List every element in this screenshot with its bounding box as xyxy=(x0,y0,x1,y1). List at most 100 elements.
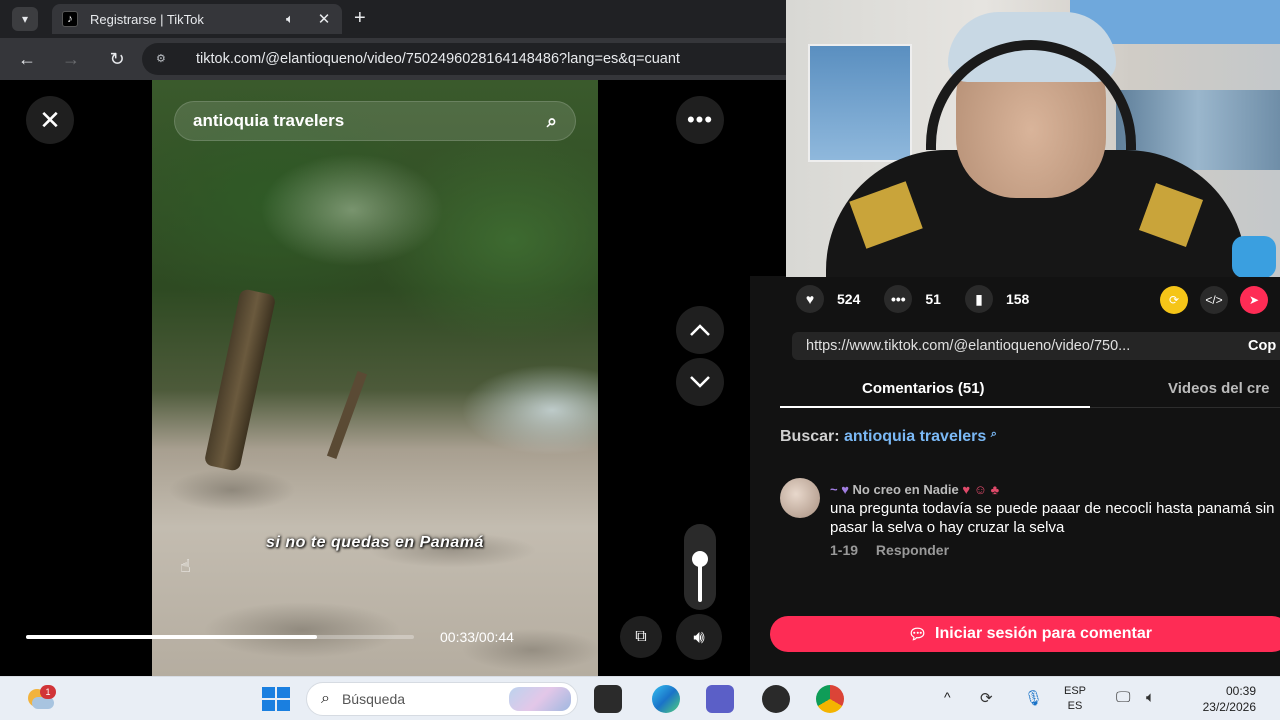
tiktok-logo-icon: ♪ xyxy=(62,11,78,27)
screen: ▾ ♪ Registrarse | TikTok 🔈︎ ✕ + ← → ↻ ⚙ … xyxy=(0,0,1280,720)
mouse-pointer-icon: ☝ xyxy=(180,556,191,576)
video-frame[interactable]: antioquia travelers ⌕ si no te quedas en… xyxy=(152,80,598,676)
chrome-icon[interactable] xyxy=(816,685,844,713)
reply-button[interactable]: Responder xyxy=(876,542,949,558)
sync-icon[interactable]: ⟳ xyxy=(980,689,993,707)
tab-creator-videos[interactable]: Videos del cre xyxy=(1168,380,1269,397)
active-tab-indicator xyxy=(780,406,1090,408)
webcam-poster xyxy=(808,44,912,162)
search-prefix: Buscar: xyxy=(780,428,840,445)
embed-icon[interactable]: </> xyxy=(1200,286,1228,314)
obs-icon[interactable] xyxy=(762,685,790,713)
notification-badge: 1 xyxy=(40,685,56,699)
next-video-button[interactable] xyxy=(676,358,724,406)
video-search-pill[interactable]: antioquia travelers ⌕ xyxy=(174,101,576,141)
user-emoji-icon: ♥ ☺ ♣ xyxy=(962,482,1000,497)
picture-in-picture-button[interactable]: ⧉ xyxy=(620,616,662,658)
comment-bubble-icon: 💬︎ xyxy=(907,626,928,643)
send-icon[interactable]: ➤ xyxy=(1240,286,1268,314)
back-icon[interactable]: ← xyxy=(16,48,38,70)
webcam-bottle xyxy=(1232,236,1276,277)
save-count: 158 xyxy=(1005,291,1030,307)
comment-date: 1-19 xyxy=(830,542,859,558)
bookmark-icon: ▮ xyxy=(964,285,993,313)
search-keyword-link[interactable]: antioquia travelers xyxy=(844,428,986,445)
sound-button[interactable]: 🔊︎ xyxy=(676,614,722,660)
more-options-button[interactable]: ••• xyxy=(676,96,724,144)
tab-list-icon[interactable]: ▾ xyxy=(12,7,38,31)
save-button[interactable]: ▮ 158 xyxy=(964,285,1030,313)
close-video-button[interactable]: ✕ xyxy=(26,96,74,144)
browser-tabstrip: ▾ ♪ Registrarse | TikTok 🔈︎ ✕ + xyxy=(0,0,800,38)
edge-browser-icon[interactable] xyxy=(652,685,680,713)
forward-icon[interactable]: → xyxy=(60,48,82,70)
new-tab-icon[interactable]: + xyxy=(354,8,366,28)
comment-meta: 1-19 Responder xyxy=(830,542,963,558)
language-code: ESP xyxy=(1064,685,1087,697)
windows-taskbar: 1 ⌕ Búsqueda ^ ⟳ 🎙︎ ESP ES 🖵︎ 🔈︎ 00:39 2… xyxy=(0,676,1280,720)
tab-title: Registrarse | TikTok xyxy=(90,11,204,27)
browser-tab[interactable]: ♪ Registrarse | TikTok 🔈︎ ✕ xyxy=(52,4,342,34)
clock-date: 23/2/2026 xyxy=(1202,700,1256,714)
search-icon: ⌕ xyxy=(321,690,330,707)
input-language[interactable]: ESP ES xyxy=(1064,684,1086,714)
comment-count: 51 xyxy=(925,291,941,307)
search-highlight-image xyxy=(509,687,571,711)
user-emoji-icon: ~ ♥ xyxy=(830,482,853,497)
network-icon[interactable]: 🖵︎ xyxy=(1116,689,1130,706)
teams-icon[interactable] xyxy=(706,685,734,713)
share-icons: ⟳ </> ➤ xyxy=(1160,286,1280,314)
like-count: 524 xyxy=(837,291,861,307)
comment-username-text: No creo en Nadie xyxy=(852,482,959,497)
share-url-box[interactable]: https://www.tiktok.com/@elantioqueno/vid… xyxy=(792,332,1280,360)
search-suggestion: Buscar: antioquia travelers ⌕ xyxy=(780,428,997,446)
microphone-icon[interactable]: 🎙︎ xyxy=(1024,689,1043,707)
taskbar-search[interactable]: ⌕ Búsqueda xyxy=(306,682,578,716)
video-progress-fill xyxy=(26,635,317,639)
reload-icon[interactable]: ↻ xyxy=(106,48,128,70)
comment-username[interactable]: ~ ♥ No creo en Nadie ♥ ☺ ♣ xyxy=(830,482,999,497)
repost-icon[interactable]: ⟳ xyxy=(1160,286,1188,314)
video-search-text: antioquia travelers xyxy=(193,111,345,130)
taskbar-search-placeholder: Búsqueda xyxy=(341,691,406,707)
video-stats: ♥ 524 ••• 51 ▮ 158 xyxy=(796,285,1053,313)
webcam-overlay xyxy=(786,0,1280,277)
close-icon[interactable]: ✕ xyxy=(316,10,332,28)
video-caption: si no te quedas en Panamá xyxy=(266,534,484,551)
taskbar-clock[interactable]: 00:39 23/2/2026 xyxy=(1184,683,1256,715)
windows-start-icon[interactable] xyxy=(262,687,290,711)
heart-icon: ♥ xyxy=(796,285,824,313)
speaker-icon[interactable]: 🔈︎ xyxy=(286,11,304,27)
address-url: tiktok.com/@elantioqueno/video/750249602… xyxy=(196,51,680,67)
weather-widget-icon[interactable]: 1 xyxy=(24,685,56,713)
video-time: 00:33/00:44 xyxy=(440,629,514,645)
comment-button[interactable]: ••• 51 xyxy=(884,285,941,313)
chevron-up-icon xyxy=(690,324,710,336)
volume-icon[interactable]: 🔈︎ xyxy=(1146,689,1155,706)
copy-link-button[interactable]: Cop xyxy=(1248,338,1276,354)
clock-time: 00:39 xyxy=(1225,684,1256,698)
comment-icon: ••• xyxy=(884,285,913,313)
chevron-down-icon xyxy=(690,376,710,388)
tab-comments[interactable]: Comentarios (51) xyxy=(862,380,985,397)
browser-toolbar: ← → ↻ ⚙ tiktok.com/@elantioqueno/video/7… xyxy=(0,38,802,80)
search-icon: ⌕ xyxy=(546,110,557,131)
video-progress-bar[interactable] xyxy=(26,635,414,639)
login-to-comment-label: Iniciar sesión para comentar xyxy=(935,625,1153,642)
keyboard-layout: ES xyxy=(1067,700,1083,712)
comment-text: una pregunta todavía se puede paaar de n… xyxy=(830,500,1275,536)
file-explorer-icon[interactable] xyxy=(594,685,622,713)
like-button[interactable]: ♥ 524 xyxy=(796,285,860,313)
share-url: https://www.tiktok.com/@elantioqueno/vid… xyxy=(806,338,1131,354)
previous-video-button[interactable] xyxy=(676,306,724,354)
search-icon: ⌕ xyxy=(990,428,997,440)
volume-handle[interactable] xyxy=(692,550,708,567)
login-to-comment-button[interactable]: 💬︎ Iniciar sesión para comentar xyxy=(770,616,1280,652)
avatar[interactable] xyxy=(780,478,820,518)
address-bar[interactable]: ⚙ tiktok.com/@elantioqueno/video/7502496… xyxy=(142,43,802,75)
site-info-icon[interactable]: ⚙ xyxy=(156,52,170,66)
chevron-up-icon[interactable]: ^ xyxy=(944,689,951,705)
comment-tabs: Comentarios (51) Videos del cre xyxy=(780,370,1280,408)
volume-slider[interactable] xyxy=(684,524,716,610)
cloud-icon xyxy=(32,697,54,709)
